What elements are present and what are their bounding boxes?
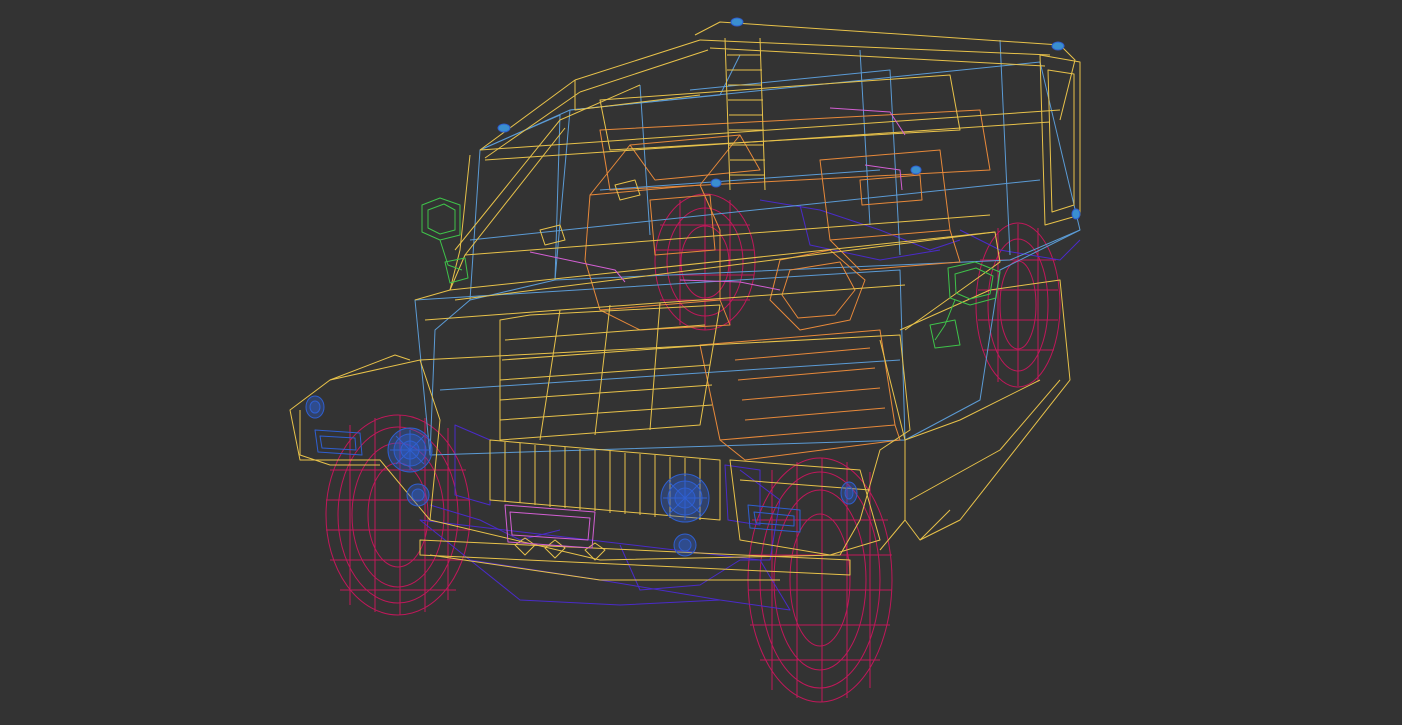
wireframe-model[interactable] [0,0,1402,725]
roof-markers [497,17,1081,220]
wheel-rear-right [975,222,1061,388]
3d-viewport[interactable] [0,0,1402,725]
roof-marker [497,123,511,133]
roof-marker [910,165,922,175]
roof-marker [730,17,744,27]
interior-wireframe [584,109,991,461]
fog-light-left [406,483,430,507]
roof-marker [1051,41,1065,51]
marker-light-right [840,481,858,505]
glass-frame-wireframe [414,39,1081,456]
roof-marker [710,178,722,188]
roof-marker [1071,208,1081,220]
headlight-left [387,427,433,473]
wheel-rear-left [654,193,756,331]
marker-light-left [305,395,325,419]
headlight-right [660,473,710,523]
fog-light-right [673,533,697,557]
